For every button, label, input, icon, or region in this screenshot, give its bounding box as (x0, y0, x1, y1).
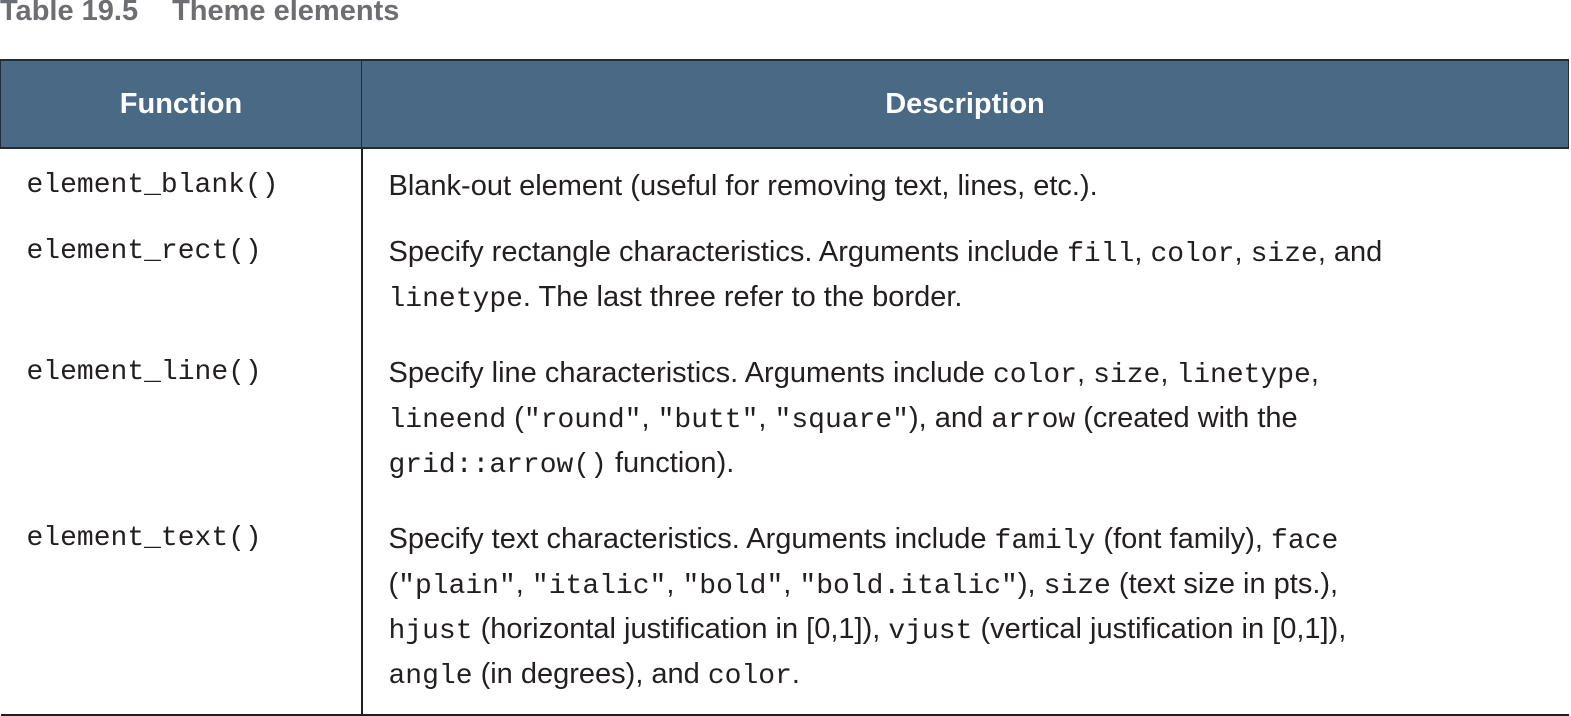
function-name: element_text() (26, 523, 262, 554)
code-argument: "plain" (398, 571, 516, 602)
code-argument: lineend (388, 405, 507, 436)
description-cell: Specify line characteristics. Arguments … (362, 336, 1569, 502)
code-argument: "square" (774, 405, 909, 436)
function-name: element_blank() (26, 170, 279, 201)
table-header-row: Function Description (0, 59, 1569, 149)
table-caption: Table 19.5 Theme elements (0, 0, 399, 31)
description-text: , (666, 568, 683, 600)
description-text: ( (388, 568, 399, 600)
description-text: , (1134, 236, 1151, 268)
description-text: , (1310, 357, 1319, 389)
code-argument: color (707, 661, 792, 692)
table-caption-title: Theme elements (172, 0, 400, 27)
description-text: , (783, 568, 800, 600)
description-text: , (1160, 357, 1177, 389)
table-caption-label: Table 19.5 (0, 0, 139, 27)
code-argument: color (1150, 239, 1235, 270)
function-cell: element_blank() (0, 148, 363, 215)
description-cell: Blank-out element (useful for removing t… (362, 148, 1569, 215)
table-row: element_rect() Specify rectangle charact… (0, 215, 1569, 336)
function-name: element_line() (26, 357, 262, 388)
code-argument: linetype (1176, 360, 1311, 391)
description-text: , (1234, 236, 1251, 268)
code-argument: "italic" (531, 571, 667, 602)
description-text: , (758, 402, 775, 434)
description-cell: Specify text characteristics. Arguments … (361, 502, 1569, 716)
code-argument: vjust (888, 616, 973, 647)
code-argument: fill (1067, 239, 1135, 270)
code-argument: family (994, 526, 1096, 557)
description-text: (vertical justification in [0,1]), (972, 613, 1347, 645)
code-argument: "bold.italic" (799, 571, 1018, 602)
description-text: , and (1317, 236, 1383, 268)
theme-elements-table: Function Description element_blank() Bla… (0, 59, 1569, 716)
table-row: element_blank() Blank-out element (usefu… (0, 148, 1569, 215)
table-row: element_line() Specify line characterist… (0, 336, 1569, 502)
function-cell: element_rect() (0, 215, 363, 336)
description-text: (in degrees), and (472, 658, 708, 690)
description-text: (text size in pts.), (1110, 568, 1339, 600)
code-argument: color (992, 360, 1077, 391)
code-argument: hjust (388, 616, 473, 647)
code-argument: linetype (388, 284, 523, 315)
description-text: (font family), (1095, 523, 1272, 555)
code-argument: "bold" (682, 571, 784, 602)
description-text: Specify text characteristics. Arguments … (388, 523, 995, 555)
column-header-function: Function (0, 59, 362, 149)
code-argument: face (1271, 526, 1339, 557)
description-text: , (515, 568, 532, 600)
code-argument: arrow (991, 405, 1076, 436)
code-argument: grid::arrow() (388, 450, 607, 481)
function-cell: element_line() (0, 336, 363, 502)
code-argument: size (1043, 571, 1111, 602)
function-cell: element_text() (0, 502, 363, 716)
description-text: function). (606, 447, 735, 479)
description-text: Specify line characteristics. Arguments … (388, 357, 993, 389)
code-argument: "butt" (657, 405, 759, 436)
description-text: (horizontal justification in [0,1]), (472, 613, 889, 645)
description-text: , (1076, 357, 1094, 389)
code-argument: angle (388, 661, 473, 692)
function-name: element_rect() (26, 236, 262, 267)
table-row: element_text() Specify text characterist… (0, 502, 1569, 716)
code-argument: size (1250, 239, 1318, 270)
description-text: . The last three refer to the border. (522, 281, 963, 313)
column-header-description: Description (361, 59, 1569, 149)
description-text: Specify rectangle characteristics. Argum… (388, 236, 1068, 268)
description-text: ( (506, 402, 524, 434)
description-text: , (641, 402, 658, 434)
description-cell: Specify rectangle characteristics. Argum… (362, 215, 1569, 336)
description-text: (created with the (1075, 402, 1298, 434)
description-text: Blank-out element (useful for removing t… (388, 170, 1098, 202)
description-text: ), and (908, 402, 992, 434)
description-text: . (791, 658, 800, 690)
code-argument: "round" (523, 405, 642, 436)
code-argument: size (1093, 360, 1161, 391)
description-text: ), (1017, 568, 1044, 600)
